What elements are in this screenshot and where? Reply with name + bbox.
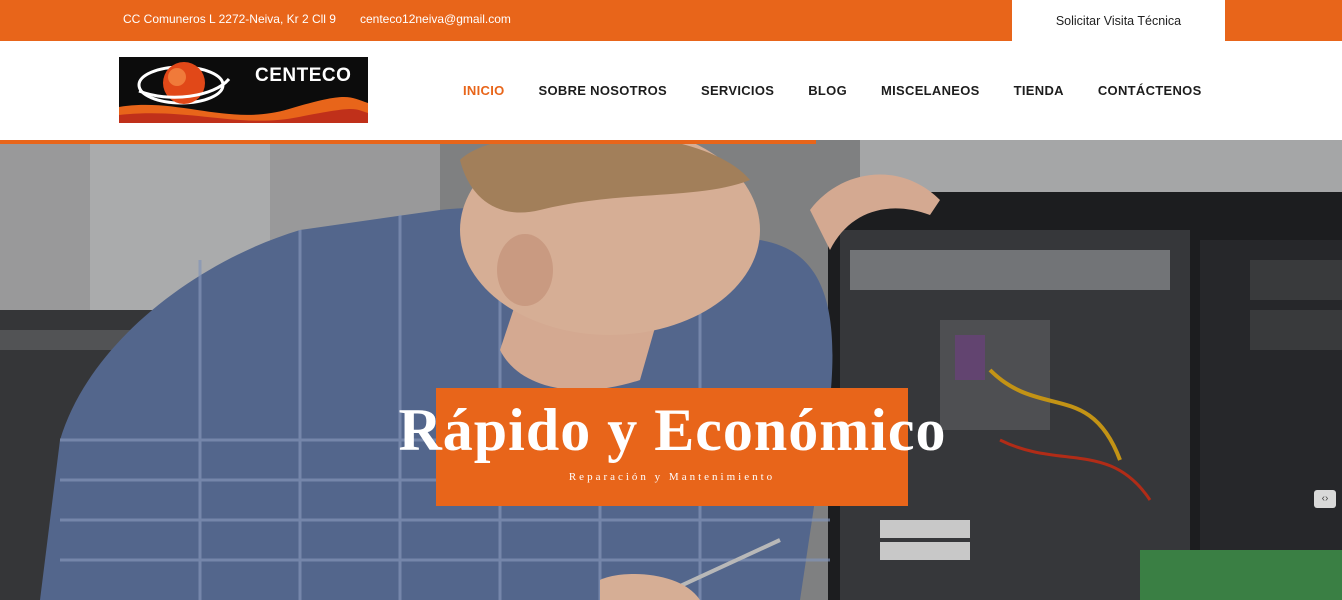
hero-subtitle: Reparación y Mantenimiento bbox=[568, 471, 776, 483]
hero-title: Rápido y Económico bbox=[398, 397, 947, 463]
contact-info: CC Comuneros L 2272-Neiva, Kr 2 Cll 9 ce… bbox=[123, 12, 511, 26]
nav-item-servicios[interactable]: SERVICIOS bbox=[701, 83, 774, 98]
scroll-handle-icon[interactable]: ‹› bbox=[1314, 490, 1336, 508]
nav-item-sobre-nosotros[interactable]: SOBRE NOSOTROS bbox=[539, 83, 667, 98]
nav-item-miscelaneos[interactable]: MISCELANEOS bbox=[881, 83, 980, 98]
address-text: CC Comuneros L 2272-Neiva, Kr 2 Cll 9 bbox=[123, 12, 336, 26]
email-link[interactable]: centeco12neiva@gmail.com bbox=[360, 12, 511, 26]
logo[interactable]: CENTECO bbox=[119, 57, 368, 123]
hero-photo bbox=[0, 140, 1342, 600]
header-accent-line bbox=[0, 140, 816, 144]
hero-banner: Rápido y Económico Reparación y Mantenim… bbox=[0, 140, 1342, 600]
nav-item-blog[interactable]: BLOG bbox=[808, 83, 847, 98]
nav-item-contactenos[interactable]: CONTÁCTENOS bbox=[1098, 83, 1202, 98]
main-nav: INICIO SOBRE NOSOTROS SERVICIOS BLOG MIS… bbox=[463, 83, 1202, 98]
logo-text: CENTECO bbox=[255, 65, 352, 86]
request-visit-button[interactable]: Solicitar Visita Técnica bbox=[1012, 0, 1225, 41]
site-header: CENTECO INICIO SOBRE NOSOTROS SERVICIOS … bbox=[0, 41, 1342, 140]
nav-item-inicio[interactable]: INICIO bbox=[463, 83, 505, 98]
top-bar: CC Comuneros L 2272-Neiva, Kr 2 Cll 9 ce… bbox=[0, 0, 1342, 41]
nav-item-tienda[interactable]: TIENDA bbox=[1014, 83, 1064, 98]
